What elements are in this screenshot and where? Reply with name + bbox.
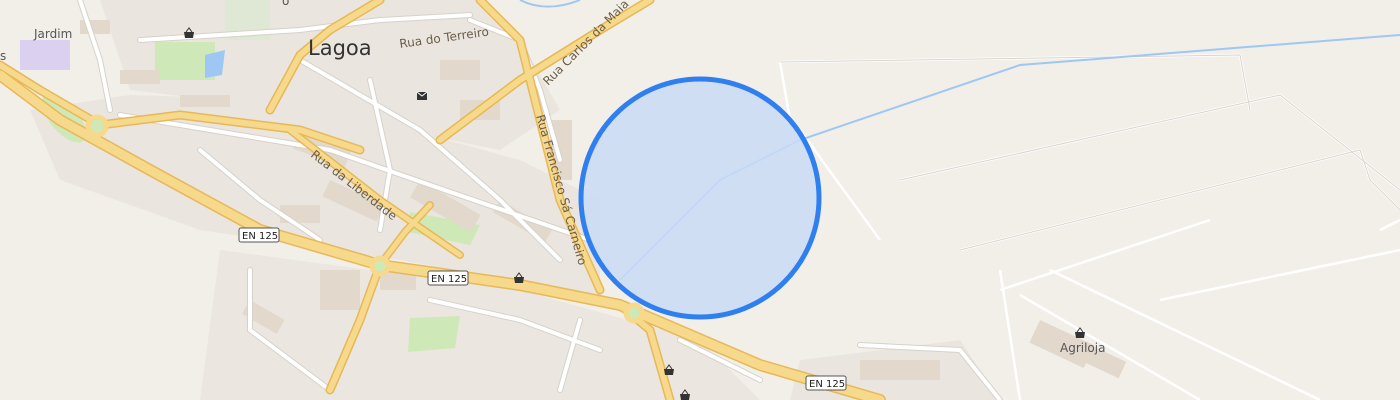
road-shield: EN 125 xyxy=(238,227,280,243)
svg-text:EN 125: EN 125 xyxy=(242,231,278,242)
district-label-partial: s xyxy=(0,49,6,63)
location-accuracy-circle xyxy=(578,76,822,320)
map-view[interactable]: Lagoa Jardim s o Rua do Terreiro Rua Car… xyxy=(0,0,1400,400)
road-shield: EN 125 xyxy=(427,270,469,286)
school-area xyxy=(20,40,70,70)
town-label[interactable]: Lagoa xyxy=(308,36,372,60)
svg-text:EN 125: EN 125 xyxy=(431,274,467,285)
post-office-icon[interactable] xyxy=(416,91,428,100)
road-shield: EN 125 xyxy=(805,375,847,391)
park xyxy=(408,316,460,352)
poi-label-agriloja[interactable]: Agriloja xyxy=(1060,341,1105,355)
map-canvas[interactable]: Lagoa Jardim s o Rua do Terreiro Rua Car… xyxy=(0,0,1400,400)
district-label: Jardim xyxy=(33,27,72,41)
label-partial-top: o xyxy=(282,0,289,8)
svg-text:EN 125: EN 125 xyxy=(809,379,845,390)
